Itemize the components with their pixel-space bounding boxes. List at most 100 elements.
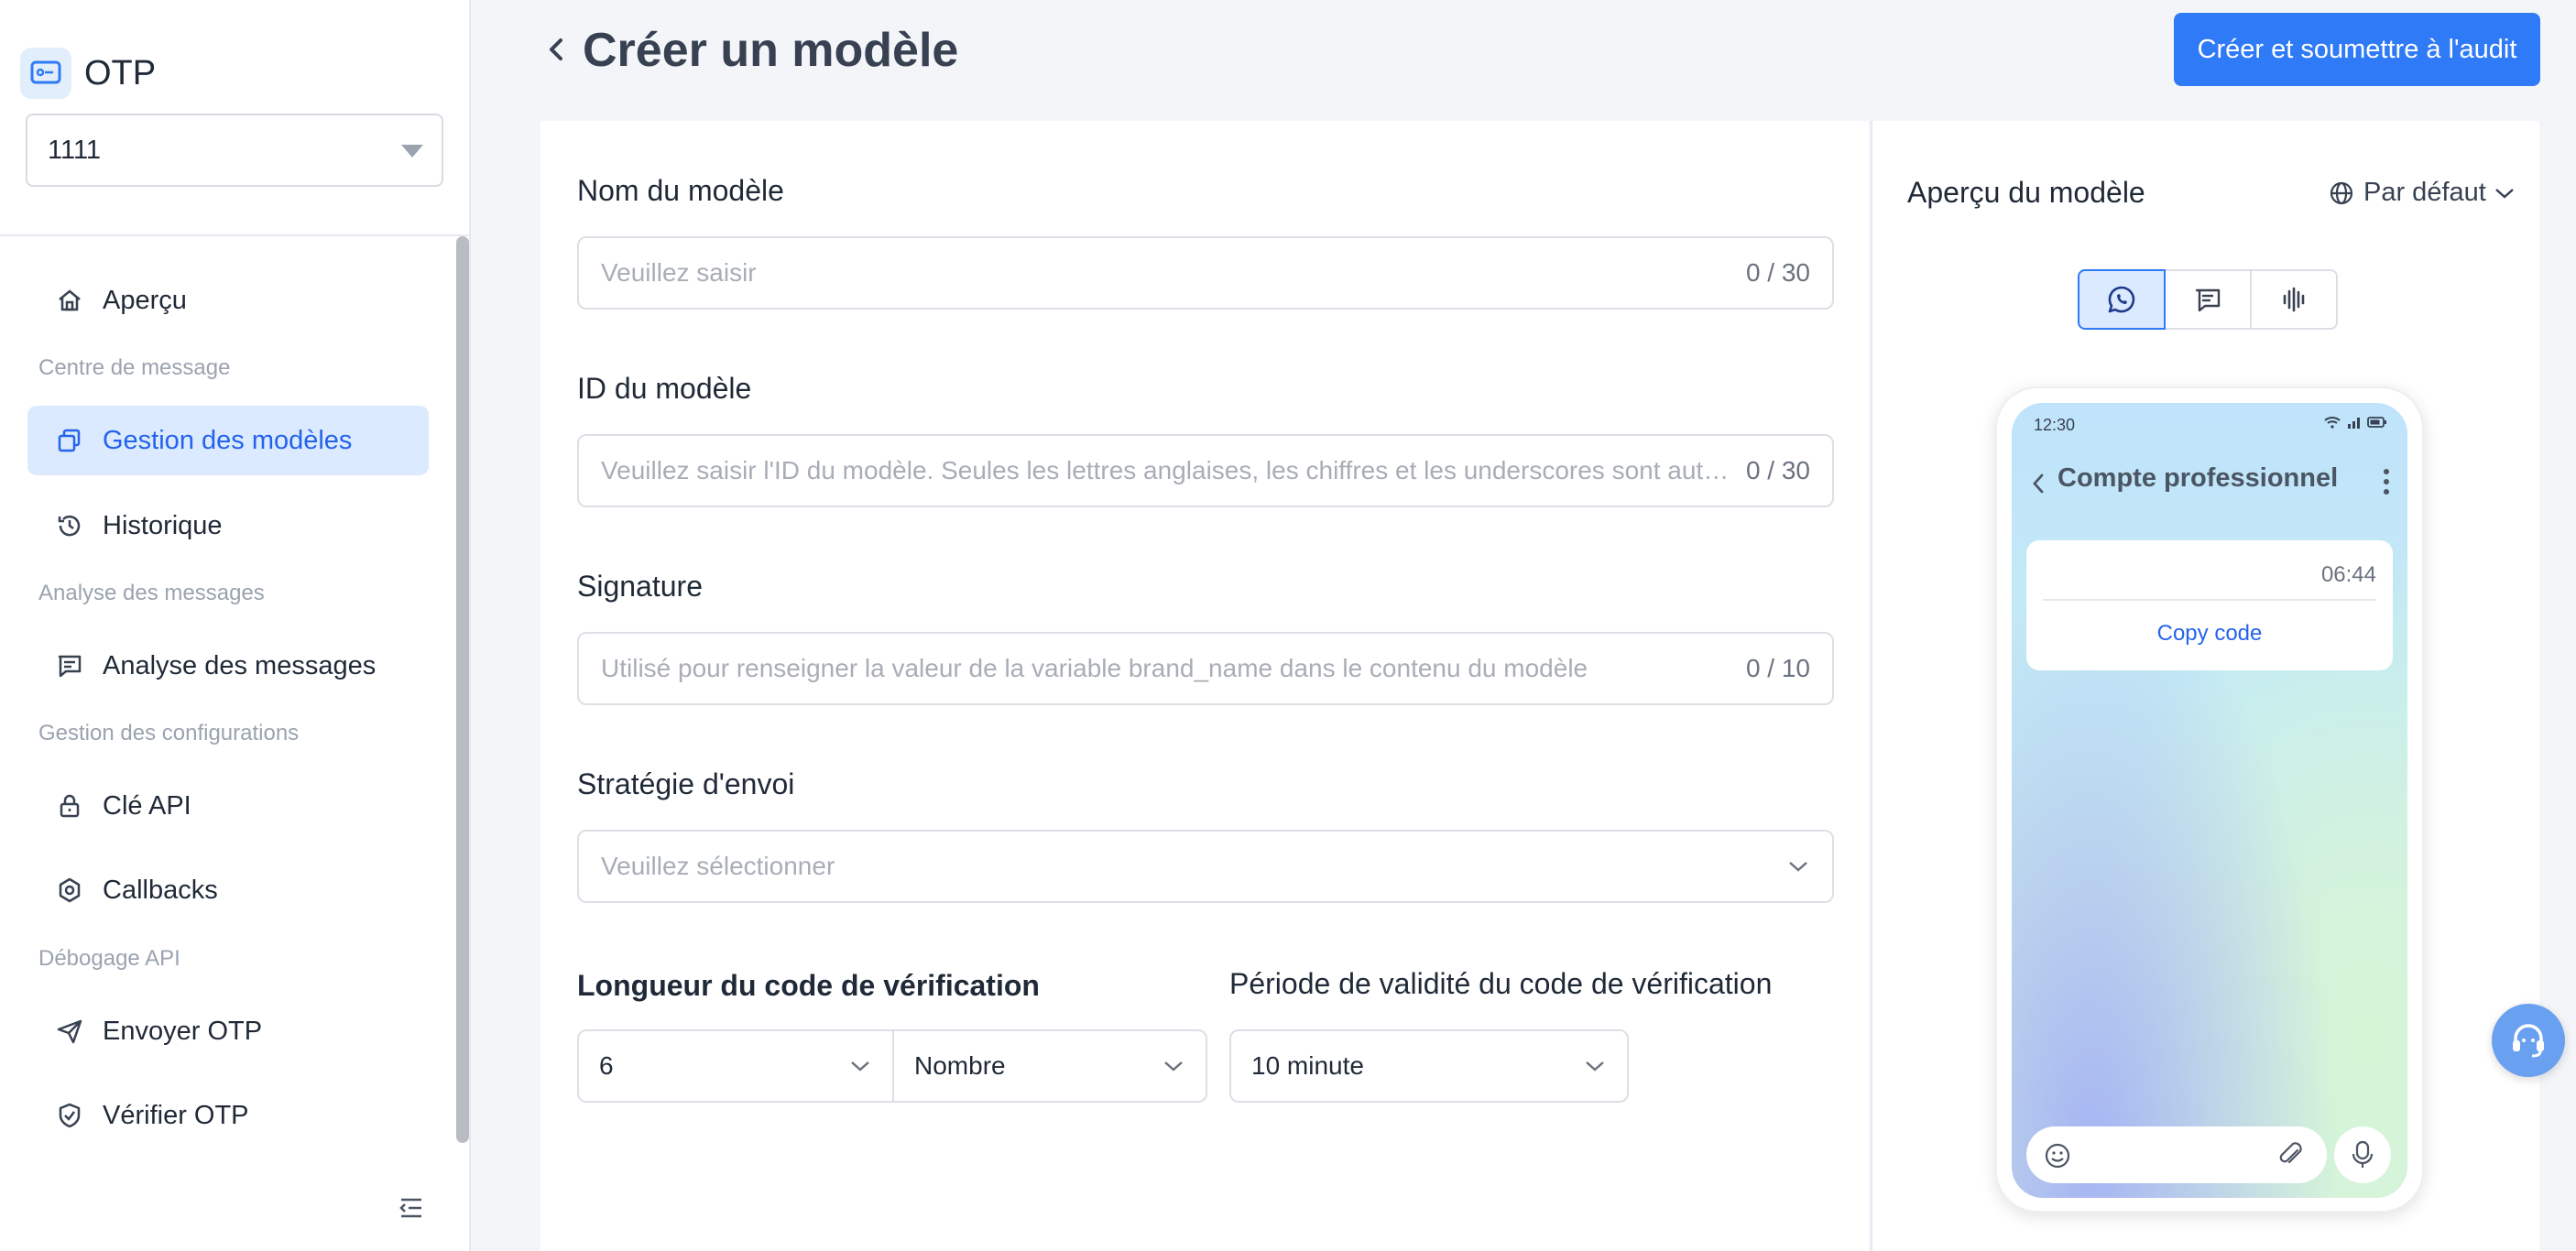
template-id-counter: 0 / 30 bbox=[1745, 456, 1810, 484]
chat-title: Compte professionnel bbox=[2058, 463, 2339, 493]
send-strategy-placeholder: Veuillez sélectionner bbox=[601, 852, 835, 880]
sidebar-item-label: Clé API bbox=[103, 790, 191, 821]
page-title: Créer un modèle bbox=[583, 24, 959, 77]
status-icons bbox=[2318, 416, 2387, 429]
otp-logo-icon bbox=[20, 48, 71, 99]
chevron-down-icon bbox=[2494, 188, 2514, 199]
globe-icon bbox=[2330, 181, 2353, 204]
emoji-icon bbox=[2045, 1143, 2070, 1169]
message-bubble: 06:44 Copy code bbox=[2026, 540, 2393, 670]
template-id-input[interactable]: Veuillez saisir l'ID du modèle. Seules l… bbox=[577, 434, 1834, 507]
chevron-down-icon bbox=[851, 1061, 869, 1072]
shield-check-icon bbox=[59, 1103, 81, 1128]
submit-for-audit-button[interactable]: Créer et soumettre à l'audit bbox=[2174, 13, 2540, 86]
sms-icon bbox=[2195, 288, 2221, 312]
sidebar-item-label: Historique bbox=[103, 510, 223, 540]
nav-group-analyse-des-messages: Analyse des messages bbox=[38, 581, 265, 605]
lock-icon bbox=[60, 794, 80, 818]
collapse-menu-icon[interactable] bbox=[398, 1196, 425, 1220]
attachment-icon bbox=[2279, 1142, 2302, 1164]
caret-down-icon bbox=[401, 145, 423, 158]
language-value: Par défaut bbox=[2363, 178, 2486, 207]
preview-title: Aperçu du modèle bbox=[1907, 176, 2145, 209]
brand: OTP bbox=[20, 48, 156, 99]
history-icon bbox=[58, 515, 81, 537]
code-type-value: Nombre bbox=[914, 1051, 1006, 1080]
sidebar-item-label: Analyse des messages bbox=[103, 650, 377, 680]
mic-button bbox=[2334, 1126, 2391, 1183]
message-icon bbox=[58, 655, 82, 678]
send-strategy-label: Stratégie d'envoi bbox=[577, 767, 795, 800]
template-id-placeholder: Veuillez saisir l'ID du modèle. Seules l… bbox=[601, 456, 1733, 484]
chevron-down-icon bbox=[1789, 862, 1807, 872]
microphone-icon bbox=[2352, 1140, 2374, 1168]
copy-icon bbox=[58, 429, 81, 452]
tab-whatsapp[interactable] bbox=[2078, 269, 2166, 330]
project-select-value: 1111 bbox=[48, 135, 102, 165]
back-chevron-icon bbox=[2033, 473, 2044, 494]
bubble-divider bbox=[2043, 599, 2376, 601]
home-icon bbox=[59, 289, 81, 311]
project-select[interactable]: 1111 bbox=[26, 114, 443, 187]
status-time: 12:30 bbox=[2034, 416, 2076, 434]
template-name-placeholder: Veuillez saisir bbox=[601, 258, 757, 287]
sidebar: OTP 1111 Aperçu Centre de message Gestio… bbox=[0, 0, 471, 1251]
sidebar-item-verifier-otp[interactable]: Vérifier OTP bbox=[27, 1081, 429, 1150]
send-strategy-select[interactable]: Veuillez sélectionner bbox=[577, 830, 1834, 903]
chevron-down-icon bbox=[1586, 1061, 1604, 1072]
tab-voice[interactable] bbox=[2250, 269, 2338, 330]
sidebar-item-label: Vérifier OTP bbox=[103, 1100, 249, 1130]
validity-period-label: Période de validité du code de vérificat… bbox=[1229, 967, 1773, 1000]
sidebar-item-envoyer-otp[interactable]: Envoyer OTP bbox=[27, 996, 429, 1066]
sidebar-item-gestion-des-modeles[interactable]: Gestion des modèles bbox=[27, 406, 429, 475]
channel-tabs bbox=[2078, 269, 2338, 330]
app-name: OTP bbox=[84, 53, 157, 92]
template-preview: Aperçu du modèle Par défaut 12:30 Compte… bbox=[1871, 121, 2539, 1251]
signature-input[interactable]: Utilisé pour renseigner la valeur de la … bbox=[577, 632, 1834, 705]
settings-hexagon-icon bbox=[59, 877, 81, 903]
tab-sms[interactable] bbox=[2164, 269, 2252, 330]
support-button[interactable] bbox=[2492, 1004, 2565, 1077]
sidebar-item-label: Aperçu bbox=[103, 285, 187, 315]
whatsapp-icon bbox=[2108, 286, 2135, 313]
back-chevron-icon[interactable] bbox=[542, 31, 568, 68]
sidebar-item-analyse-des-messages[interactable]: Analyse des messages bbox=[27, 631, 429, 701]
language-select[interactable]: Par défaut bbox=[2329, 178, 2525, 208]
nav-group-gestion-des-configurations: Gestion des configurations bbox=[38, 721, 300, 745]
message-time: 06:44 bbox=[2320, 562, 2376, 587]
validity-period-value: 10 minute bbox=[1251, 1051, 1364, 1080]
voice-waveform-icon bbox=[2283, 287, 2305, 312]
sidebar-scrollbar[interactable] bbox=[456, 236, 469, 1143]
battery-icon bbox=[2367, 417, 2386, 428]
signature-placeholder: Utilisé pour renseigner la valeur de la … bbox=[601, 654, 1588, 682]
code-length-value: 6 bbox=[599, 1051, 614, 1080]
template-name-input[interactable]: Veuillez saisir 0 / 30 bbox=[577, 236, 1834, 310]
phone-mockup: 12:30 Compte professionnel 06:44 Copy co… bbox=[1995, 386, 2424, 1213]
sidebar-item-label: Callbacks bbox=[103, 875, 218, 905]
code-length-label: Longueur du code de vérification bbox=[577, 969, 1040, 1002]
sidebar-item-cle-api[interactable]: Clé API bbox=[27, 771, 429, 841]
more-vertical-icon bbox=[2384, 469, 2389, 495]
sidebar-item-label: Gestion des modèles bbox=[103, 425, 353, 455]
phone-screen: 12:30 Compte professionnel 06:44 Copy co… bbox=[2012, 403, 2407, 1198]
wifi-icon bbox=[2324, 417, 2341, 429]
sidebar-divider bbox=[0, 234, 471, 236]
signal-icon bbox=[2348, 418, 2360, 429]
template-name-counter: 0 / 30 bbox=[1745, 258, 1810, 287]
headset-icon bbox=[2513, 1024, 2544, 1058]
sidebar-item-callbacks[interactable]: Callbacks bbox=[27, 855, 429, 925]
compose-bar bbox=[2026, 1126, 2327, 1183]
template-id-label: ID du modèle bbox=[577, 372, 752, 405]
nav-group-centre-de-message: Centre de message bbox=[38, 355, 231, 380]
validity-period-select[interactable]: 10 minute bbox=[1229, 1029, 1629, 1103]
sidebar-item-apercu[interactable]: Aperçu bbox=[27, 266, 429, 335]
chevron-down-icon bbox=[1164, 1061, 1183, 1072]
sidebar-item-label: Envoyer OTP bbox=[103, 1016, 263, 1046]
code-type-select[interactable]: Nombre bbox=[892, 1029, 1207, 1103]
template-name-label: Nom du modèle bbox=[577, 174, 784, 207]
sidebar-item-historique[interactable]: Historique bbox=[27, 491, 429, 560]
nav-group-debogage-api: Débogage API bbox=[38, 946, 180, 971]
send-icon bbox=[57, 1019, 82, 1044]
signature-label: Signature bbox=[577, 570, 703, 603]
code-length-select[interactable]: 6 bbox=[577, 1029, 894, 1103]
